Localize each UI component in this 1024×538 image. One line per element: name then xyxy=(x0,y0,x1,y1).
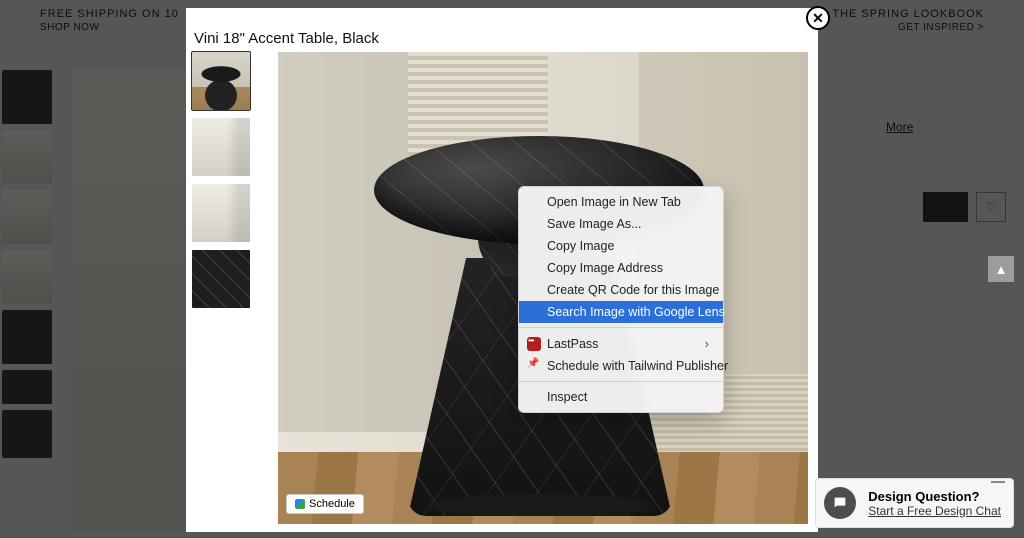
chevron-up-icon: ▲ xyxy=(995,262,1008,277)
schedule-label: Schedule xyxy=(309,498,355,510)
ctx-search-google-lens[interactable]: Search Image with Google Lens xyxy=(519,301,723,323)
ctx-label: Create QR Code for this Image xyxy=(547,283,719,297)
close-button[interactable]: ✕ xyxy=(806,6,830,30)
context-menu: Open Image in New Tab Save Image As... C… xyxy=(518,186,724,413)
modal-thumb[interactable] xyxy=(192,250,250,308)
ctx-label: Schedule with Tailwind Publisher xyxy=(547,359,728,373)
thumb-image xyxy=(192,250,250,308)
modal-title: Vini 18" Accent Table, Black xyxy=(194,30,379,47)
tailwind-pin-icon xyxy=(527,359,541,373)
modal-thumb[interactable] xyxy=(192,52,250,110)
ctx-tailwind[interactable]: Schedule with Tailwind Publisher xyxy=(519,355,723,377)
chat-title: Design Question? xyxy=(868,489,1001,504)
modal-thumb[interactable] xyxy=(192,184,250,242)
ctx-label: Search Image with Google Lens xyxy=(547,305,725,319)
minimize-icon[interactable] xyxy=(991,481,1005,483)
ctx-lastpass[interactable]: LastPass › xyxy=(519,332,723,355)
chevron-right-icon: › xyxy=(705,336,709,351)
modal-thumb[interactable] xyxy=(192,118,250,176)
ctx-label: Copy Image xyxy=(547,239,614,253)
close-icon: ✕ xyxy=(812,10,824,27)
thumb-image xyxy=(192,184,250,242)
chat-text: Design Question? Start a Free Design Cha… xyxy=(868,489,1001,518)
ctx-save-image-as[interactable]: Save Image As... xyxy=(519,213,723,235)
chat-widget[interactable]: Design Question? Start a Free Design Cha… xyxy=(815,478,1014,528)
ctx-separator xyxy=(519,381,723,382)
ctx-label: Open Image in New Tab xyxy=(547,195,681,209)
ctx-copy-image[interactable]: Copy Image xyxy=(519,235,723,257)
scroll-to-top-button[interactable]: ▲ xyxy=(988,256,1014,282)
chat-link[interactable]: Start a Free Design Chat xyxy=(868,504,1001,518)
tailwind-icon xyxy=(295,499,305,509)
thumb-image xyxy=(192,52,250,110)
schedule-button[interactable]: Schedule xyxy=(286,494,364,514)
ctx-create-qr[interactable]: Create QR Code for this Image xyxy=(519,279,723,301)
ctx-separator xyxy=(519,327,723,328)
ctx-copy-image-address[interactable]: Copy Image Address xyxy=(519,257,723,279)
modal-thumbnail-list xyxy=(192,52,250,308)
ctx-label: Save Image As... xyxy=(547,217,642,231)
ctx-inspect[interactable]: Inspect xyxy=(519,386,723,408)
ctx-open-new-tab[interactable]: Open Image in New Tab xyxy=(519,191,723,213)
chat-bubble-icon xyxy=(824,487,856,519)
lastpass-icon xyxy=(527,337,541,351)
ctx-label: LastPass xyxy=(547,337,598,351)
ctx-label: Inspect xyxy=(547,390,587,404)
thumb-image xyxy=(192,118,250,176)
ctx-label: Copy Image Address xyxy=(547,261,663,275)
